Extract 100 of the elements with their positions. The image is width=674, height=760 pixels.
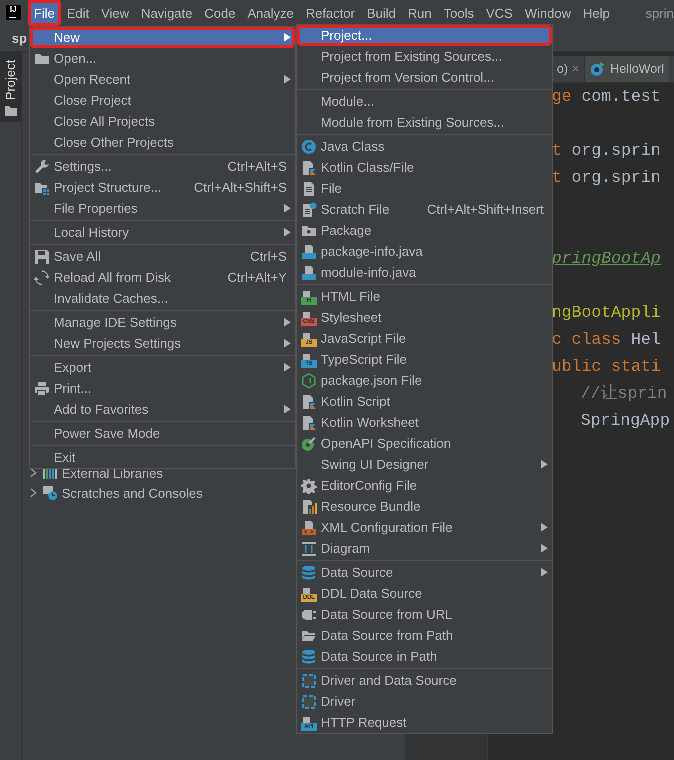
menu-item[interactable]: EditorConfig File	[297, 475, 552, 496]
wrench-icon	[34, 158, 50, 174]
menu[interactable]: Window	[518, 0, 578, 26]
menu-item[interactable]: Settings... Ctrl+Alt+S	[30, 156, 295, 177]
menu-item[interactable]: Open...	[30, 48, 295, 69]
hexagon-icon	[301, 372, 317, 388]
menu-item[interactable]: Save All Ctrl+S	[30, 246, 295, 267]
menu-item[interactable]: Project...	[297, 25, 552, 46]
menu-item[interactable]: Data Source in Path	[297, 646, 552, 667]
code-line: pringBootAp	[552, 248, 661, 270]
circle-pen-icon	[301, 436, 317, 452]
menu[interactable]: Tools	[438, 0, 480, 26]
menu-item[interactable]: Print...	[30, 378, 295, 399]
menu-item[interactable]: Close Other Projects	[30, 132, 295, 153]
code-line: SpringApp	[581, 410, 670, 432]
breadcrumb[interactable]: sp	[12, 31, 28, 46]
menu[interactable]: Analyze	[242, 0, 300, 26]
close-icon[interactable]: ×	[572, 62, 580, 76]
menu-item[interactable]: Scratch File Ctrl+Alt+Shift+Insert	[297, 199, 552, 220]
scratch-file-icon	[301, 202, 317, 218]
editor-tab[interactable]: HelloWorl	[584, 56, 670, 82]
kotlin-file-icon	[301, 160, 317, 176]
menu[interactable]: Run	[402, 0, 438, 26]
logo-icon: IJ	[5, 4, 22, 21]
menu[interactable]: Help	[577, 0, 616, 26]
menu-item[interactable]: New Projects Settings	[30, 333, 295, 354]
diagram-icon	[301, 540, 317, 556]
code-line: t org.sprin	[552, 167, 661, 189]
menu-item[interactable]: Manage IDE Settings	[30, 312, 295, 333]
menu-item[interactable]: File Properties	[30, 198, 295, 219]
database-icon	[301, 648, 317, 664]
editor-tab[interactable]: o) ×	[552, 56, 584, 82]
menu-item[interactable]: Power Save Mode	[30, 423, 295, 444]
menu-item[interactable]: Module from Existing Sources...	[297, 112, 552, 133]
menu[interactable]: Edit	[60, 0, 96, 26]
menu[interactable]: Code	[198, 0, 242, 26]
bar-chart-icon	[301, 498, 317, 514]
menu[interactable]: VCS	[480, 0, 519, 26]
menu-item[interactable]: OpenAPI Specification	[297, 433, 552, 454]
menu-item[interactable]: Invalidate Caches...	[30, 288, 295, 309]
kotlin-file-icon	[301, 414, 317, 430]
menu-item[interactable]: Module...	[297, 91, 552, 112]
reload-icon	[34, 270, 50, 286]
menu[interactable]: Build	[361, 0, 402, 26]
menu-item[interactable]: Package	[297, 220, 552, 241]
menu-item[interactable]: Reload All from Disk Ctrl+Alt+Y	[30, 267, 295, 288]
menu-item[interactable]: Swing UI Designer	[297, 454, 552, 475]
menu-item[interactable]: Open Recent	[30, 69, 295, 90]
scratch-clock-icon	[42, 485, 58, 501]
menu-item[interactable]: Data Source from URL	[297, 604, 552, 625]
menu-item[interactable]: Local History	[30, 222, 295, 243]
menu-item[interactable]: Project from Version Control...	[297, 67, 552, 88]
menu-item[interactable]: Export	[30, 357, 295, 378]
menu-item[interactable]: XML Configuration File	[297, 517, 552, 538]
menu-item[interactable]: Kotlin Script	[297, 391, 552, 412]
menu-item[interactable]: Data Source	[297, 562, 552, 583]
class-icon	[301, 138, 317, 154]
database-icon	[301, 564, 317, 580]
code-line: ublic stati	[552, 356, 661, 378]
xml-file-icon	[301, 520, 317, 536]
menu-item[interactable]: New	[30, 27, 295, 48]
code-line: //让sprin	[581, 383, 668, 405]
code-line: c class Hel	[552, 329, 661, 351]
menu-item[interactable]: Driver	[297, 691, 552, 712]
menu-item[interactable]: Add to Favorites	[30, 399, 295, 420]
project-name: sprin	[646, 4, 674, 23]
menu-item[interactable]: Diagram	[297, 538, 552, 559]
code-line: ngBootAppli	[552, 302, 661, 324]
dashed-square-icon	[301, 694, 317, 710]
menu-item[interactable]: Exit	[30, 447, 295, 468]
menu-item[interactable]: File	[297, 178, 552, 199]
menu-item[interactable]: Close Project	[30, 90, 295, 111]
menu-item[interactable]: Java Class	[297, 136, 552, 157]
menu[interactable]: View	[95, 0, 136, 26]
printer-icon	[34, 380, 50, 396]
dashed-square-icon	[301, 672, 317, 688]
tree-item[interactable]: External Libraries	[62, 466, 164, 480]
menu-item[interactable]: Resource Bundle	[297, 496, 552, 517]
tree-item[interactable]: Scratches and Consoles	[62, 486, 203, 500]
menu-item[interactable]: package-info.java	[297, 241, 552, 262]
menu-item[interactable]: Kotlin Worksheet	[297, 412, 552, 433]
code-line: ge com.test	[552, 86, 661, 108]
menu-item[interactable]: Driver and Data Source	[297, 670, 552, 691]
code-line: t org.sprin	[552, 140, 661, 162]
file-icon	[301, 180, 317, 196]
menu-item[interactable]: Close All Projects	[30, 111, 295, 132]
menu[interactable]: Refactor	[300, 0, 362, 26]
menu-item[interactable]: Data Source from Path	[297, 625, 552, 646]
menu-item[interactable]: package.json File	[297, 370, 552, 391]
java-file-icon	[301, 264, 317, 280]
menu[interactable]: Navigate	[135, 0, 199, 26]
project-tool-tab[interactable]: Project	[0, 52, 22, 122]
java-file-icon	[301, 244, 317, 260]
menu-item[interactable]: module-info.java	[297, 262, 552, 283]
menu-item[interactable]: Project from Existing Sources...	[297, 46, 552, 67]
menu-item[interactable]: Kotlin Class/File	[297, 157, 552, 178]
folder-icon	[4, 106, 16, 116]
menu-item[interactable]: Project Structure... Ctrl+Alt+Shift+S	[30, 177, 295, 198]
menu[interactable]: File	[28, 0, 61, 26]
kotlin-file-icon	[301, 394, 317, 410]
